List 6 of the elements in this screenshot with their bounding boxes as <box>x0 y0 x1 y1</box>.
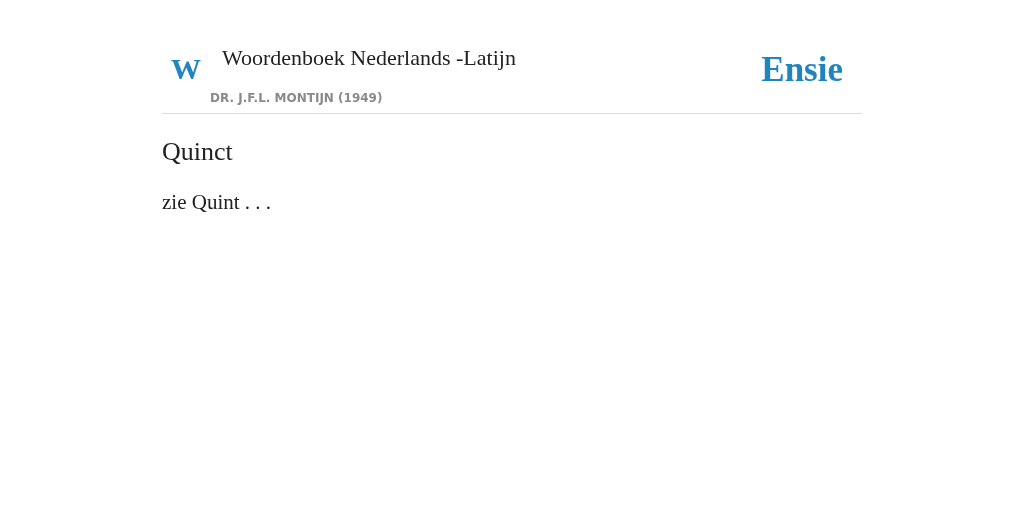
entry-definition: zie Quint . . . <box>162 189 273 216</box>
logo-letter: W <box>171 54 201 84</box>
entry-term: Quinct <box>162 136 234 168</box>
brand-logo[interactable]: Ensie <box>761 52 843 87</box>
dictionary-title: Woordenboek Nederlands -Latijn <box>222 44 516 72</box>
dictionary-author: DR. J.F.L. MONTIJN (1949) <box>210 90 384 107</box>
